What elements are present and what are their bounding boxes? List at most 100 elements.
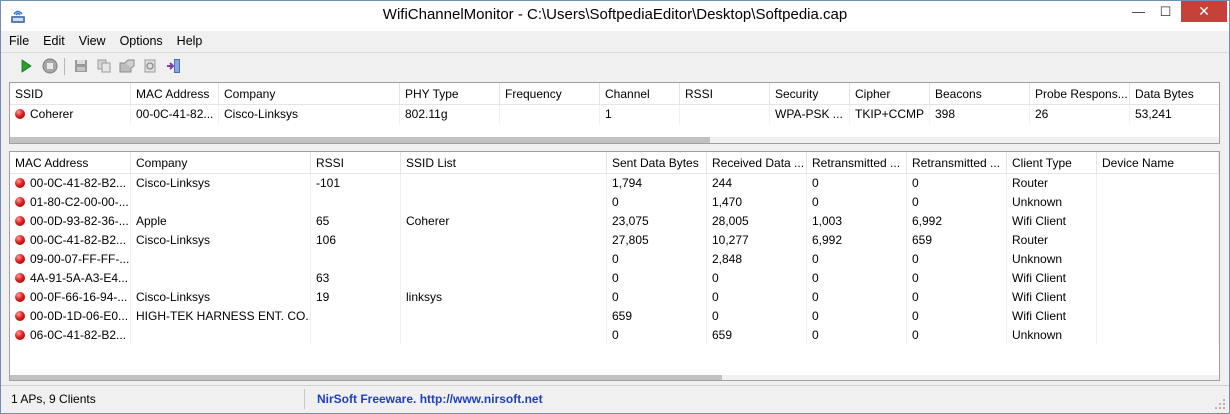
access-point-list[interactable]: SSID MAC Address Company PHY Type Freque… [9, 82, 1220, 144]
client-ssid-list: linksys [401, 288, 607, 307]
client-retransmitted-1: 0 [807, 250, 907, 269]
client-retransmitted-2: 0 [907, 326, 1007, 345]
status-dot-icon [15, 273, 25, 283]
save-icon[interactable] [72, 57, 90, 75]
table-row[interactable]: 00-0D-1D-06-E0... HIGH-TEK HARNESS ENT. C… [10, 307, 1219, 326]
status-bar: 1 APs, 9 Clients NirSoft Freeware. http:… [1, 385, 1229, 413]
minimize-button[interactable]: — [1125, 1, 1152, 22]
stop-capture-icon[interactable] [41, 57, 59, 75]
col-data-bytes[interactable]: Data Bytes [1130, 83, 1219, 105]
client-received-bytes: 10,277 [707, 231, 807, 250]
client-retransmitted-1: 0 [807, 326, 907, 345]
nirsoft-link[interactable]: NirSoft Freeware. http://www.nirsoft.net [309, 389, 543, 409]
table-row[interactable]: 00-0C-41-82-B2... Cisco-Linksys -101 1,794 2… [10, 174, 1219, 193]
col-beacons[interactable]: Beacons [930, 83, 1030, 105]
col-company[interactable]: Company [219, 83, 400, 105]
client-retransmitted-1: 1,003 [807, 212, 907, 231]
client-type: Wifi Client [1007, 212, 1097, 231]
col-probe-responses[interactable]: Probe Respons... [1030, 83, 1130, 105]
client-retransmitted-1: 0 [807, 307, 907, 326]
properties-icon[interactable] [118, 57, 136, 75]
col-client-rssi[interactable]: RSSI [311, 152, 401, 174]
col-client-type[interactable]: Client Type [1007, 152, 1097, 174]
col-security[interactable]: Security [770, 83, 850, 105]
table-row[interactable]: 00-0F-66-16-94-... Cisco-Linksys 19 linksys… [10, 288, 1219, 307]
client-type: Wifi Client [1007, 269, 1097, 288]
table-row[interactable]: 01-80-C2-00-00-... 0 1,470 0 0 Unknown [10, 193, 1219, 212]
client-retransmitted-2: 0 [907, 307, 1007, 326]
client-list-hscrollbar[interactable] [10, 375, 1219, 380]
client-received-bytes: 244 [707, 174, 807, 193]
col-rssi[interactable]: RSSI [680, 83, 770, 105]
client-device-name [1097, 269, 1219, 288]
client-list-hscroll-thumb[interactable] [10, 375, 722, 380]
table-row[interactable]: 4A-91-5A-A3-E4... 63 0 0 0 0 Wifi Client [10, 269, 1219, 288]
col-cipher[interactable]: Cipher [850, 83, 930, 105]
refresh-icon[interactable] [141, 57, 159, 75]
client-sent-bytes: 1,794 [607, 174, 707, 193]
close-button[interactable]: ✕ [1181, 1, 1227, 22]
client-mac: 06-0C-41-82-B2... [30, 328, 127, 342]
col-phy-type[interactable]: PHY Type [400, 83, 500, 105]
col-device-name[interactable]: Device Name [1097, 152, 1219, 174]
ap-data-bytes: 53,241 [1130, 105, 1219, 124]
status-dot-icon [15, 235, 25, 245]
client-rssi: -101 [311, 174, 401, 193]
col-client-mac-address[interactable]: MAC Address [10, 152, 131, 174]
menu-bar: File Edit View Options Help [1, 31, 1229, 51]
ap-ssid: Coherer [30, 107, 74, 121]
client-list[interactable]: MAC Address Company RSSI SSID List Sent … [9, 151, 1220, 381]
col-channel[interactable]: Channel [600, 83, 680, 105]
resize-grip-icon[interactable] [1214, 398, 1226, 410]
col-retransmitted-2[interactable]: Retransmitted ... [907, 152, 1007, 174]
client-mac: 00-0C-41-82-B2... [30, 176, 127, 190]
app-window: WifiChannelMonitor - C:\Users\SoftpediaE… [0, 0, 1230, 414]
menu-edit[interactable]: Edit [36, 31, 72, 51]
title-bar[interactable]: WifiChannelMonitor - C:\Users\SoftpediaE… [1, 1, 1229, 31]
table-row[interactable]: Coherer 00-0C-41-82... Cisco-Linksys 802… [10, 105, 1219, 124]
client-mac: 01-80-C2-00-00-... [30, 195, 129, 209]
table-row[interactable]: 06-0C-41-82-B2... 0 659 0 0 Unknown [10, 326, 1219, 345]
client-mac: 00-0D-93-82-36-... [30, 214, 129, 228]
status-dot-icon [15, 292, 25, 302]
client-mac: 00-0C-41-82-B2... [30, 233, 127, 247]
client-type: Router [1007, 231, 1097, 250]
maximize-button[interactable]: ☐ [1152, 1, 1179, 22]
copy-icon[interactable] [95, 57, 113, 75]
status-summary: 1 APs, 9 Clients [5, 389, 305, 409]
col-retransmitted-1[interactable]: Retransmitted ... [807, 152, 907, 174]
menu-help[interactable]: Help [170, 31, 210, 51]
col-client-company[interactable]: Company [131, 152, 311, 174]
table-row[interactable]: 00-0C-41-82-B2... Cisco-Linksys 106 27,805 1… [10, 231, 1219, 250]
ap-cipher: TKIP+CCMP [850, 105, 930, 124]
client-sent-bytes: 0 [607, 288, 707, 307]
col-ssid-list[interactable]: SSID List [401, 152, 607, 174]
col-sent-data-bytes[interactable]: Sent Data Bytes [607, 152, 707, 174]
exit-icon[interactable] [165, 57, 183, 75]
menu-options[interactable]: Options [113, 31, 170, 51]
ap-mac: 00-0C-41-82... [131, 105, 219, 124]
ap-list-hscrollbar[interactable] [10, 137, 1219, 143]
client-type: Unknown [1007, 326, 1097, 345]
client-mac: 4A-91-5A-A3-E4... [30, 271, 129, 285]
client-received-bytes: 0 [707, 269, 807, 288]
toolbar-separator [64, 58, 65, 75]
menu-file[interactable]: File [1, 31, 36, 51]
col-frequency[interactable]: Frequency [500, 83, 600, 105]
col-received-data[interactable]: Received Data ... [707, 152, 807, 174]
table-row[interactable]: 00-0D-93-82-36-... Apple 65 Coherer 23,075 28… [10, 212, 1219, 231]
start-capture-icon[interactable] [17, 57, 35, 75]
col-ssid[interactable]: SSID [10, 83, 131, 105]
menu-view[interactable]: View [72, 31, 113, 51]
client-rssi: 106 [311, 231, 401, 250]
client-type: Unknown [1007, 193, 1097, 212]
table-row[interactable]: 09-00-07-FF-FF-... 0 2,848 0 0 Unknown [10, 250, 1219, 269]
client-received-bytes: 28,005 [707, 212, 807, 231]
client-company: Cisco-Linksys [131, 174, 311, 193]
client-list-header: MAC Address Company RSSI SSID List Sent … [10, 152, 1219, 174]
ap-list-hscroll-thumb[interactable] [10, 137, 710, 143]
client-rssi [311, 326, 401, 345]
client-retransmitted-2: 0 [907, 250, 1007, 269]
client-device-name [1097, 288, 1219, 307]
col-mac-address[interactable]: MAC Address [131, 83, 219, 105]
